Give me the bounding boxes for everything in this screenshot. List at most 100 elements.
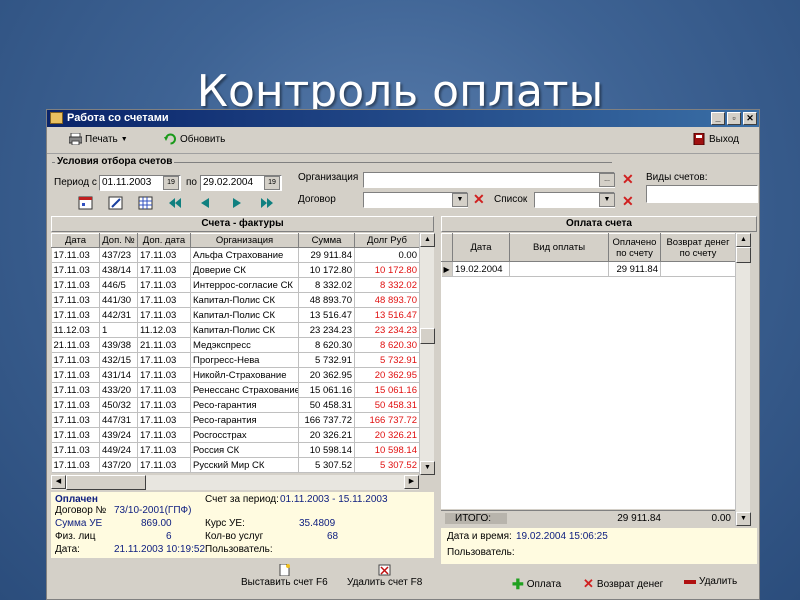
invoices-cell: Ресо-гарантия: [190, 397, 299, 413]
invoices-cell: Россия СК: [190, 442, 299, 458]
invoices-cell: 8 620.30: [354, 337, 419, 353]
scroll-up-icon[interactable]: ▲: [420, 233, 435, 247]
contract-dropdown-icon[interactable]: ▼: [452, 193, 468, 207]
calendar-grid-icon[interactable]: [138, 196, 154, 210]
hscroll-thumb[interactable]: [66, 475, 146, 490]
pay-label: Оплата: [526, 579, 562, 590]
list-dropdown-icon[interactable]: ▼: [599, 193, 615, 207]
period-to-label: по: [186, 177, 197, 188]
payments-table: Дата Вид оплаты Оплачено по счету Возврат д…: [441, 233, 735, 277]
table-row[interactable]: ▶ 19.02.2004 29 911.84: [441, 261, 735, 277]
payments-column-header[interactable]: Вид оплаты: [509, 233, 609, 262]
minimize-button[interactable]: _: [711, 112, 725, 125]
rate-value: 35.4809: [299, 518, 336, 529]
organization-lookup-button[interactable]: ...: [599, 173, 615, 187]
table-row[interactable]: 17.11.03 437/23 17.11.03 Альфа Страхование 2…: [51, 247, 419, 263]
invoices-cell: 8 332.02: [354, 277, 419, 293]
scroll-thumb[interactable]: [420, 328, 435, 344]
cross-icon: ✕: [583, 576, 594, 591]
invoices-cell: 17.11.03: [137, 457, 191, 473]
invoices-cell: 17.11.03: [137, 262, 191, 278]
delete-invoice-button[interactable]: Удалить счет F8: [347, 564, 422, 588]
table-row[interactable]: 17.11.03 441/30 17.11.03 Капитал-Полис СК 48…: [51, 292, 419, 308]
arrow-right-icon[interactable]: [228, 196, 244, 210]
invoices-column-header[interactable]: Доп. №: [99, 233, 138, 248]
exit-label: Выход: [709, 133, 739, 145]
invoices-cell: Русский Мир СК: [190, 457, 299, 473]
delete-document-icon: [378, 564, 391, 576]
invoices-cell: 17.11.03: [51, 397, 100, 413]
refund-button[interactable]: ✕ Возврат денег: [583, 576, 663, 592]
invoices-vertical-scrollbar[interactable]: ▲ ▼: [419, 233, 435, 475]
invoices-cell: Никойл-Страхование: [190, 367, 299, 383]
table-row[interactable]: 17.11.03 439/24 17.11.03 Росгосстрах 20 326.…: [51, 427, 419, 443]
table-row[interactable]: 17.11.03 433/20 17.11.03 Ренессанс Страхова…: [51, 382, 419, 398]
calendar-month-icon[interactable]: [78, 196, 94, 210]
payments-column-header[interactable]: Оплачено по счету: [608, 233, 661, 262]
invoices-column-header[interactable]: Дата: [51, 233, 100, 248]
calendar-to-icon[interactable]: 19: [264, 176, 280, 190]
invoices-column-header[interactable]: Сумма: [298, 233, 355, 248]
table-row[interactable]: 17.11.03 442/31 17.11.03 Капитал-Полис СК 13…: [51, 307, 419, 323]
table-row[interactable]: 17.11.03 438/14 17.11.03 Доверие СК 10 172.8…: [51, 262, 419, 278]
invoices-cell: 0.00: [354, 247, 419, 263]
print-button[interactable]: Печать ▼: [69, 133, 128, 145]
delete-invoice-label: Удалить счет F8: [347, 577, 423, 588]
invoices-column-header[interactable]: Долг Руб: [354, 233, 419, 248]
arrow-left-icon[interactable]: [198, 196, 214, 210]
edit-calendar-icon[interactable]: [108, 196, 124, 210]
table-row[interactable]: 21.11.03 439/38 21.11.03 Медэкспресс 8 620.3…: [51, 337, 419, 353]
clear-contract-icon[interactable]: ✕: [473, 192, 485, 206]
invoices-column-header[interactable]: Доп. дата: [137, 233, 191, 248]
double-arrow-right-icon[interactable]: [258, 196, 274, 210]
table-row[interactable]: 17.11.03 446/5 17.11.03 Интеррос-согласие С…: [51, 277, 419, 293]
table-row[interactable]: 17.11.03 449/24 17.11.03 Россия СК 10 598.14…: [51, 442, 419, 458]
invoices-cell: 17.11.03: [137, 397, 191, 413]
payments-scroll-down-icon[interactable]: ▼: [736, 512, 751, 526]
payments-total-refund: 0.00: [711, 513, 731, 524]
payments-panel-title: Оплата счета: [441, 216, 757, 232]
payment-datetime-value: 19.02.2004 15:06:25: [516, 531, 608, 542]
scroll-down-icon[interactable]: ▼: [420, 461, 435, 475]
payments-panel: Оплата счета Дата Вид оплаты Оплачено по с…: [441, 216, 757, 527]
window-titlebar[interactable]: Работа со счетами _ ▫ ✕: [47, 110, 759, 127]
invoice-types-field[interactable]: [646, 185, 758, 203]
scroll-left-icon[interactable]: ◀: [51, 475, 66, 489]
close-button[interactable]: ✕: [743, 112, 757, 125]
table-row[interactable]: 17.11.03 447/31 17.11.03 Ресо-гарантия 166 7…: [51, 412, 419, 428]
pay-button[interactable]: ✚ Оплата: [512, 576, 561, 593]
table-row[interactable]: 17.11.03 437/20 17.11.03 Русский Мир СК 5 30…: [51, 457, 419, 473]
invoices-cell: Интеррос-согласие СК: [190, 277, 299, 293]
payments-scroll-thumb[interactable]: [736, 247, 751, 263]
list-label: Список: [494, 194, 528, 205]
delete-payment-button[interactable]: Удалить: [684, 576, 737, 587]
maximize-button[interactable]: ▫: [727, 112, 741, 125]
table-row[interactable]: 11.12.03 1 11.12.03 Капитал-Полис СК 23 234.…: [51, 322, 419, 338]
payments-column-header[interactable]: Возврат денег по счету: [660, 233, 735, 262]
table-row[interactable]: 17.11.03 432/15 17.11.03 Прогресс-Нева 5 732…: [51, 352, 419, 368]
double-arrow-left-icon[interactable]: [168, 196, 184, 210]
calendar-from-icon[interactable]: 19: [163, 176, 179, 190]
exit-icon: [693, 133, 705, 145]
organization-field[interactable]: [363, 172, 615, 188]
scroll-right-icon[interactable]: ▶: [404, 475, 419, 489]
payment-user-label: Пользователь:: [447, 547, 515, 558]
invoices-column-header[interactable]: Организация: [190, 233, 299, 248]
clear-organization-icon[interactable]: ✕: [622, 172, 634, 186]
table-row[interactable]: 17.11.03 450/32 17.11.03 Ресо-гарантия 50 45…: [51, 397, 419, 413]
invoice-info-panel: Оплачен Счет за период: 01.11.2003 - 15.…: [51, 492, 434, 558]
table-row[interactable]: 17.11.03 431/14 17.11.03 Никойл-Страхование…: [51, 367, 419, 383]
clear-list-icon[interactable]: ✕: [622, 194, 634, 208]
persons-label: Физ. лиц: [55, 531, 96, 542]
invoices-cell: 11.12.03: [137, 322, 191, 338]
refresh-button[interactable]: Обновить: [164, 133, 225, 145]
payments-vertical-scrollbar[interactable]: ▲ ▼: [735, 233, 751, 526]
invoices-horizontal-scrollbar[interactable]: ◀ ▶: [51, 475, 419, 490]
invoices-cell: 17.11.03: [51, 427, 100, 443]
issue-invoice-button[interactable]: Выставить счет F6: [241, 564, 328, 588]
refund-label: Возврат денег: [596, 578, 664, 590]
payments-column-header[interactable]: Дата: [452, 233, 510, 262]
payments-scroll-up-icon[interactable]: ▲: [736, 233, 751, 247]
invoices-cell: 17.11.03: [51, 247, 100, 263]
exit-button[interactable]: Выход: [693, 133, 739, 145]
